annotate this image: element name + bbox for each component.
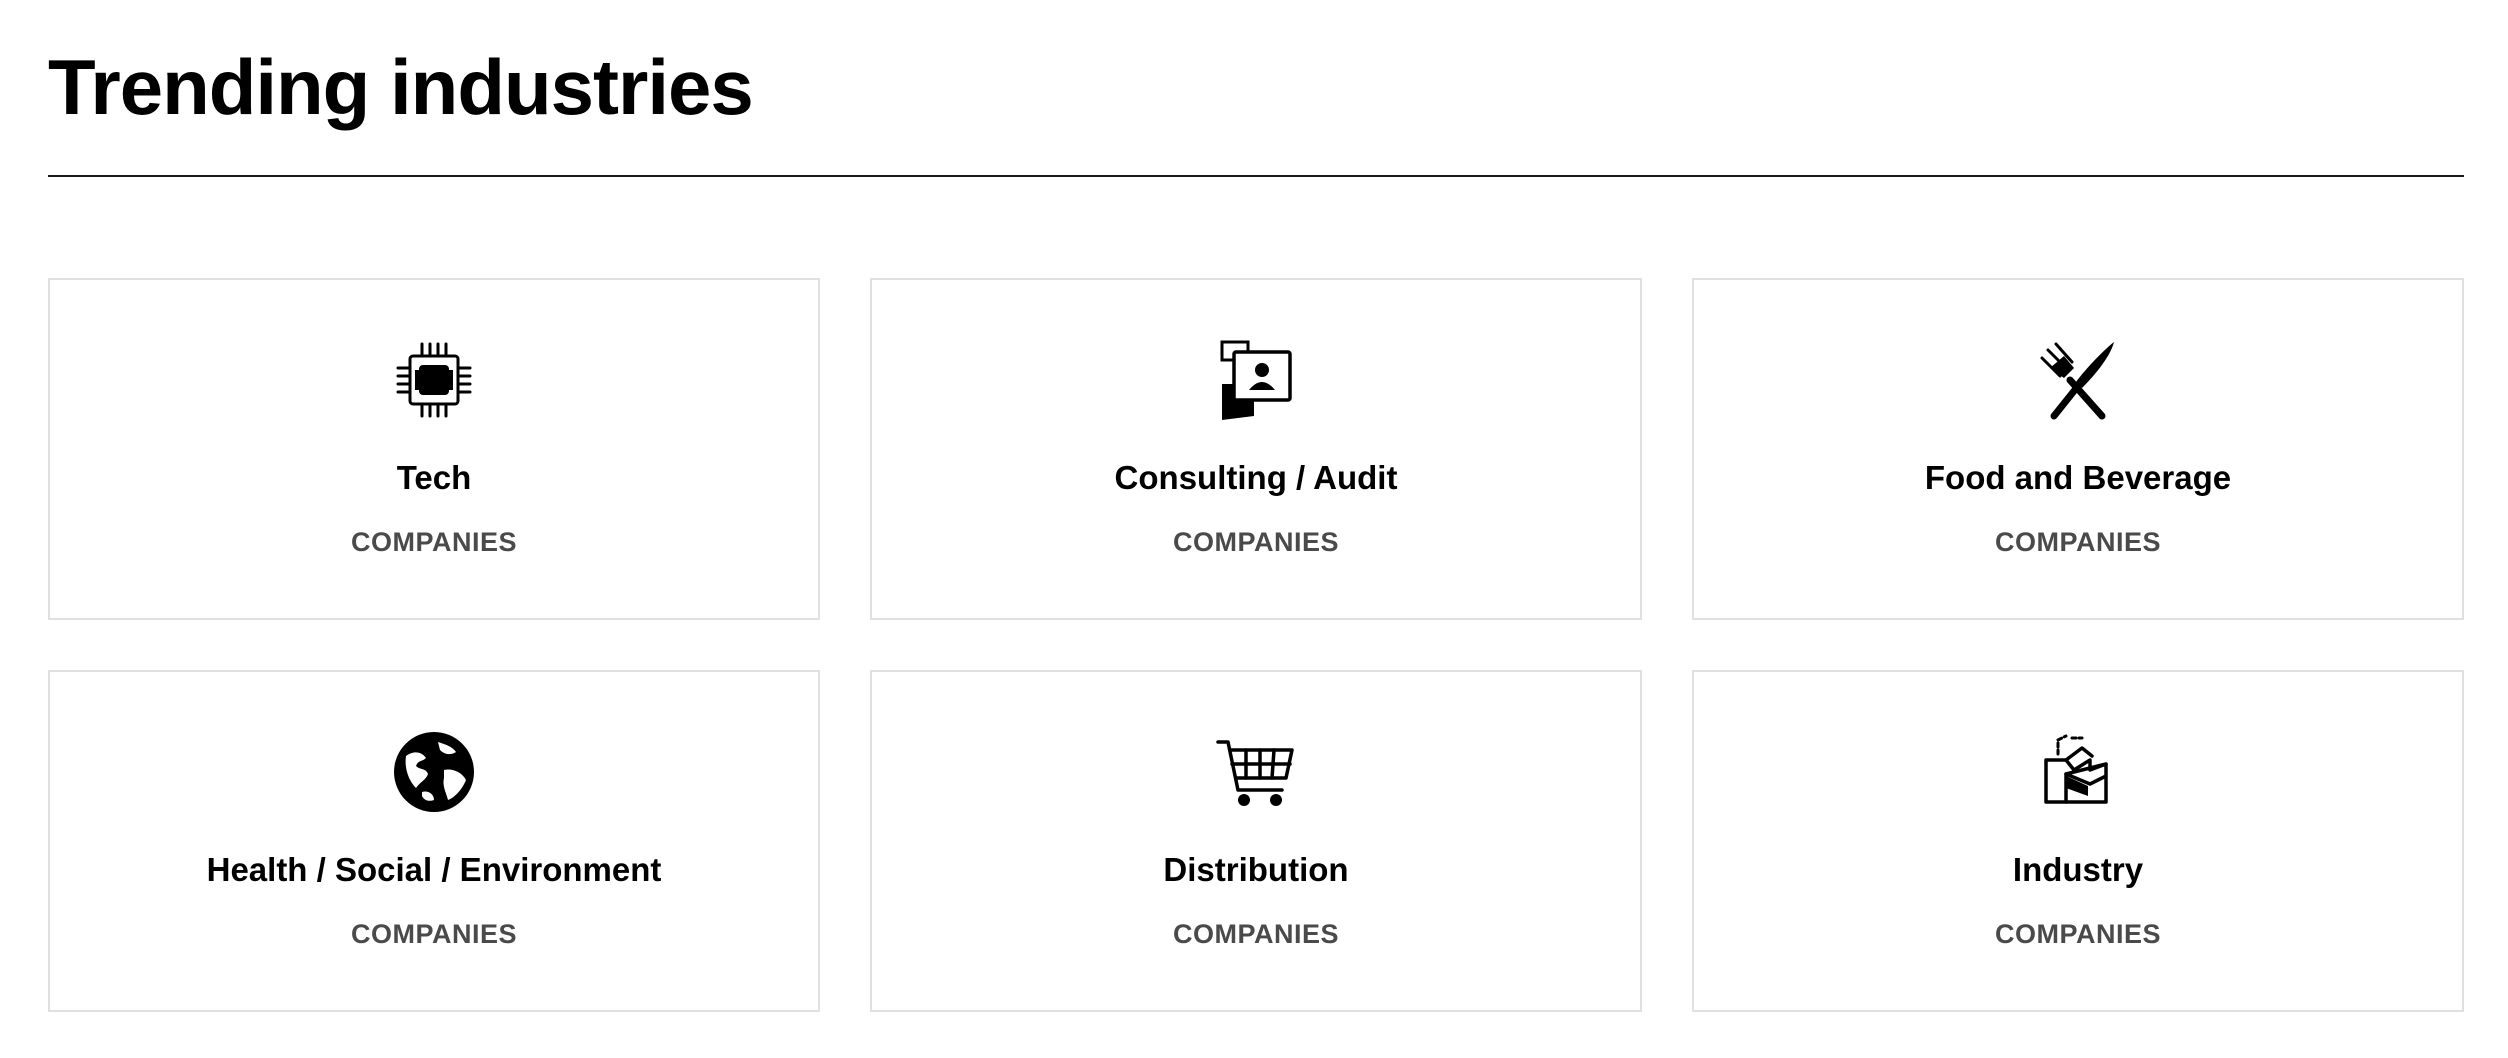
industry-name: Consulting / Audit [1114,459,1398,496]
shopping-cart-icon [1214,730,1298,814]
industry-subtitle: COMPANIES [1172,919,1339,949]
industry-card-health-social-environment[interactable]: Health / Social / Environment COMPANIES [48,670,820,1012]
industry-subtitle: COMPANIES [350,919,517,949]
globe-icon [392,730,476,814]
factory-icon [2036,730,2120,814]
industry-grid: Tech COMPANIES Consulting / Audit COMPAN… [48,278,2464,1012]
industry-name: Health / Social / Environment [206,851,662,888]
section-title: Trending industries [48,43,754,131]
industry-card-consulting-audit[interactable]: Consulting / Audit COMPANIES [870,278,1642,620]
industry-name: Tech [396,459,472,496]
fork-knife-icon [2036,338,2120,422]
industry-card-distribution[interactable]: Distribution COMPANIES [870,670,1642,1012]
industry-name: Distribution [1163,851,1349,888]
industry-subtitle: COMPANIES [1994,919,2161,949]
industry-card-industry[interactable]: Industry COMPANIES [1692,670,2464,1012]
industry-name: Industry [2012,851,2144,888]
industry-subtitle: COMPANIES [1172,527,1339,557]
microchip-icon [392,338,476,422]
industry-card-tech[interactable]: Tech COMPANIES [48,278,820,620]
industry-name: Food and Beverage [1924,459,2232,496]
divider [48,175,2464,177]
industry-subtitle: COMPANIES [1994,527,2161,557]
industry-subtitle: COMPANIES [350,527,517,557]
industry-card-food-and-beverage[interactable]: Food and Beverage COMPANIES [1692,278,2464,620]
id-card-icon [1214,338,1298,422]
